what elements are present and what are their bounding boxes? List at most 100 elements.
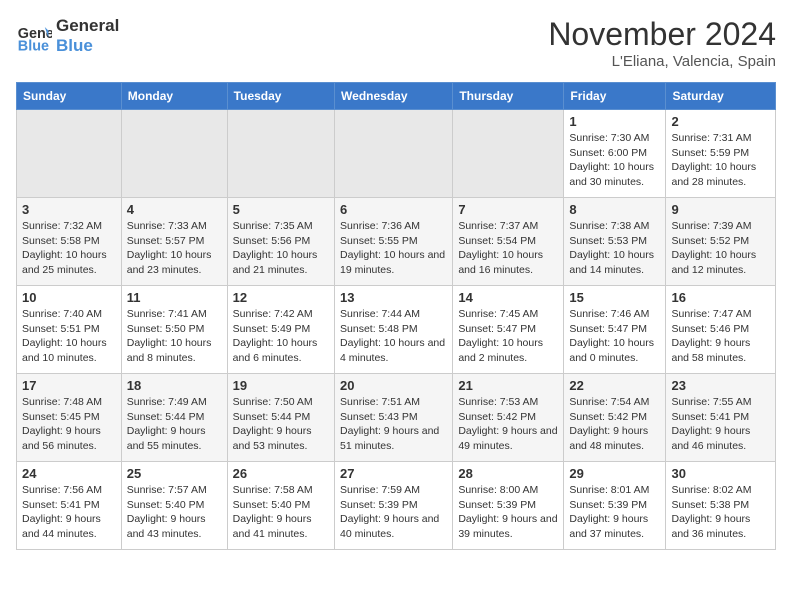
- calendar-week-row: 1 Sunrise: 7:30 AM Sunset: 6:00 PM Dayli…: [17, 110, 776, 198]
- calendar-cell: [121, 110, 227, 198]
- page-header: General Blue General Blue November 2024 …: [16, 16, 776, 70]
- calendar-cell: 13 Sunrise: 7:44 AM Sunset: 5:48 PM Dayl…: [335, 286, 453, 374]
- calendar-cell: 5 Sunrise: 7:35 AM Sunset: 5:56 PM Dayli…: [227, 198, 334, 286]
- day-number: 23: [671, 378, 770, 393]
- calendar-week-row: 24 Sunrise: 7:56 AM Sunset: 5:41 PM Dayl…: [17, 462, 776, 550]
- calendar-cell: 25 Sunrise: 7:57 AM Sunset: 5:40 PM Dayl…: [121, 462, 227, 550]
- calendar-cell: 6 Sunrise: 7:36 AM Sunset: 5:55 PM Dayli…: [335, 198, 453, 286]
- calendar-week-row: 17 Sunrise: 7:48 AM Sunset: 5:45 PM Dayl…: [17, 374, 776, 462]
- weekday-header: Thursday: [453, 83, 564, 110]
- day-info: Sunrise: 7:45 AM Sunset: 5:47 PM Dayligh…: [458, 307, 558, 366]
- calendar-cell: 16 Sunrise: 7:47 AM Sunset: 5:46 PM Dayl…: [666, 286, 776, 374]
- calendar-table: SundayMondayTuesdayWednesdayThursdayFrid…: [16, 82, 776, 550]
- day-number: 26: [233, 466, 329, 481]
- calendar-cell: 23 Sunrise: 7:55 AM Sunset: 5:41 PM Dayl…: [666, 374, 776, 462]
- day-number: 30: [671, 466, 770, 481]
- day-info: Sunrise: 7:50 AM Sunset: 5:44 PM Dayligh…: [233, 395, 329, 454]
- day-number: 19: [233, 378, 329, 393]
- day-info: Sunrise: 8:00 AM Sunset: 5:39 PM Dayligh…: [458, 483, 558, 542]
- day-number: 22: [569, 378, 660, 393]
- day-number: 12: [233, 290, 329, 305]
- weekday-header: Saturday: [666, 83, 776, 110]
- calendar-cell: 18 Sunrise: 7:49 AM Sunset: 5:44 PM Dayl…: [121, 374, 227, 462]
- day-number: 5: [233, 202, 329, 217]
- weekday-header: Monday: [121, 83, 227, 110]
- day-number: 29: [569, 466, 660, 481]
- calendar-cell: 11 Sunrise: 7:41 AM Sunset: 5:50 PM Dayl…: [121, 286, 227, 374]
- weekday-header: Tuesday: [227, 83, 334, 110]
- weekday-header: Friday: [564, 83, 666, 110]
- calendar-cell: [17, 110, 122, 198]
- calendar-cell: 21 Sunrise: 7:53 AM Sunset: 5:42 PM Dayl…: [453, 374, 564, 462]
- calendar-cell: 1 Sunrise: 7:30 AM Sunset: 6:00 PM Dayli…: [564, 110, 666, 198]
- calendar-cell: 8 Sunrise: 7:38 AM Sunset: 5:53 PM Dayli…: [564, 198, 666, 286]
- calendar-cell: [227, 110, 334, 198]
- day-info: Sunrise: 7:57 AM Sunset: 5:40 PM Dayligh…: [127, 483, 222, 542]
- day-info: Sunrise: 7:55 AM Sunset: 5:41 PM Dayligh…: [671, 395, 770, 454]
- day-number: 20: [340, 378, 447, 393]
- day-number: 6: [340, 202, 447, 217]
- day-number: 28: [458, 466, 558, 481]
- calendar-cell: 22 Sunrise: 7:54 AM Sunset: 5:42 PM Dayl…: [564, 374, 666, 462]
- calendar-cell: 17 Sunrise: 7:48 AM Sunset: 5:45 PM Dayl…: [17, 374, 122, 462]
- calendar-cell: 28 Sunrise: 8:00 AM Sunset: 5:39 PM Dayl…: [453, 462, 564, 550]
- day-info: Sunrise: 7:44 AM Sunset: 5:48 PM Dayligh…: [340, 307, 447, 366]
- calendar-cell: 29 Sunrise: 8:01 AM Sunset: 5:39 PM Dayl…: [564, 462, 666, 550]
- day-info: Sunrise: 7:40 AM Sunset: 5:51 PM Dayligh…: [22, 307, 116, 366]
- day-info: Sunrise: 7:30 AM Sunset: 6:00 PM Dayligh…: [569, 131, 660, 190]
- calendar-cell: [335, 110, 453, 198]
- day-number: 1: [569, 114, 660, 129]
- svg-text:Blue: Blue: [18, 39, 49, 55]
- day-info: Sunrise: 7:58 AM Sunset: 5:40 PM Dayligh…: [233, 483, 329, 542]
- day-info: Sunrise: 7:35 AM Sunset: 5:56 PM Dayligh…: [233, 219, 329, 278]
- day-number: 17: [22, 378, 116, 393]
- calendar-header-row: SundayMondayTuesdayWednesdayThursdayFrid…: [17, 83, 776, 110]
- calendar-cell: 27 Sunrise: 7:59 AM Sunset: 5:39 PM Dayl…: [335, 462, 453, 550]
- day-info: Sunrise: 7:42 AM Sunset: 5:49 PM Dayligh…: [233, 307, 329, 366]
- logo-line1: General: [56, 16, 119, 36]
- calendar-cell: 20 Sunrise: 7:51 AM Sunset: 5:43 PM Dayl…: [335, 374, 453, 462]
- day-number: 21: [458, 378, 558, 393]
- day-number: 16: [671, 290, 770, 305]
- day-info: Sunrise: 7:49 AM Sunset: 5:44 PM Dayligh…: [127, 395, 222, 454]
- day-number: 9: [671, 202, 770, 217]
- day-info: Sunrise: 7:54 AM Sunset: 5:42 PM Dayligh…: [569, 395, 660, 454]
- day-number: 4: [127, 202, 222, 217]
- calendar-week-row: 10 Sunrise: 7:40 AM Sunset: 5:51 PM Dayl…: [17, 286, 776, 374]
- calendar-cell: 10 Sunrise: 7:40 AM Sunset: 5:51 PM Dayl…: [17, 286, 122, 374]
- day-number: 2: [671, 114, 770, 129]
- day-info: Sunrise: 8:02 AM Sunset: 5:38 PM Dayligh…: [671, 483, 770, 542]
- calendar-cell: 4 Sunrise: 7:33 AM Sunset: 5:57 PM Dayli…: [121, 198, 227, 286]
- day-number: 7: [458, 202, 558, 217]
- logo: General Blue General Blue: [16, 16, 119, 57]
- day-number: 18: [127, 378, 222, 393]
- calendar-cell: 3 Sunrise: 7:32 AM Sunset: 5:58 PM Dayli…: [17, 198, 122, 286]
- day-number: 3: [22, 202, 116, 217]
- day-info: Sunrise: 7:59 AM Sunset: 5:39 PM Dayligh…: [340, 483, 447, 542]
- day-info: Sunrise: 7:38 AM Sunset: 5:53 PM Dayligh…: [569, 219, 660, 278]
- month-title: November 2024: [548, 16, 776, 53]
- day-number: 15: [569, 290, 660, 305]
- calendar-cell: 2 Sunrise: 7:31 AM Sunset: 5:59 PM Dayli…: [666, 110, 776, 198]
- day-number: 14: [458, 290, 558, 305]
- calendar-cell: 7 Sunrise: 7:37 AM Sunset: 5:54 PM Dayli…: [453, 198, 564, 286]
- calendar-cell: 15 Sunrise: 7:46 AM Sunset: 5:47 PM Dayl…: [564, 286, 666, 374]
- calendar-cell: 19 Sunrise: 7:50 AM Sunset: 5:44 PM Dayl…: [227, 374, 334, 462]
- logo-line2: Blue: [56, 36, 119, 56]
- calendar-cell: 24 Sunrise: 7:56 AM Sunset: 5:41 PM Dayl…: [17, 462, 122, 550]
- calendar-cell: 14 Sunrise: 7:45 AM Sunset: 5:47 PM Dayl…: [453, 286, 564, 374]
- day-number: 25: [127, 466, 222, 481]
- day-info: Sunrise: 7:33 AM Sunset: 5:57 PM Dayligh…: [127, 219, 222, 278]
- day-number: 13: [340, 290, 447, 305]
- day-info: Sunrise: 8:01 AM Sunset: 5:39 PM Dayligh…: [569, 483, 660, 542]
- calendar-cell: 9 Sunrise: 7:39 AM Sunset: 5:52 PM Dayli…: [666, 198, 776, 286]
- day-number: 8: [569, 202, 660, 217]
- day-info: Sunrise: 7:53 AM Sunset: 5:42 PM Dayligh…: [458, 395, 558, 454]
- day-info: Sunrise: 7:51 AM Sunset: 5:43 PM Dayligh…: [340, 395, 447, 454]
- calendar-cell: 12 Sunrise: 7:42 AM Sunset: 5:49 PM Dayl…: [227, 286, 334, 374]
- title-block: November 2024 L'Eliana, Valencia, Spain: [548, 16, 776, 70]
- day-info: Sunrise: 7:31 AM Sunset: 5:59 PM Dayligh…: [671, 131, 770, 190]
- day-info: Sunrise: 7:39 AM Sunset: 5:52 PM Dayligh…: [671, 219, 770, 278]
- day-info: Sunrise: 7:37 AM Sunset: 5:54 PM Dayligh…: [458, 219, 558, 278]
- calendar-cell: 26 Sunrise: 7:58 AM Sunset: 5:40 PM Dayl…: [227, 462, 334, 550]
